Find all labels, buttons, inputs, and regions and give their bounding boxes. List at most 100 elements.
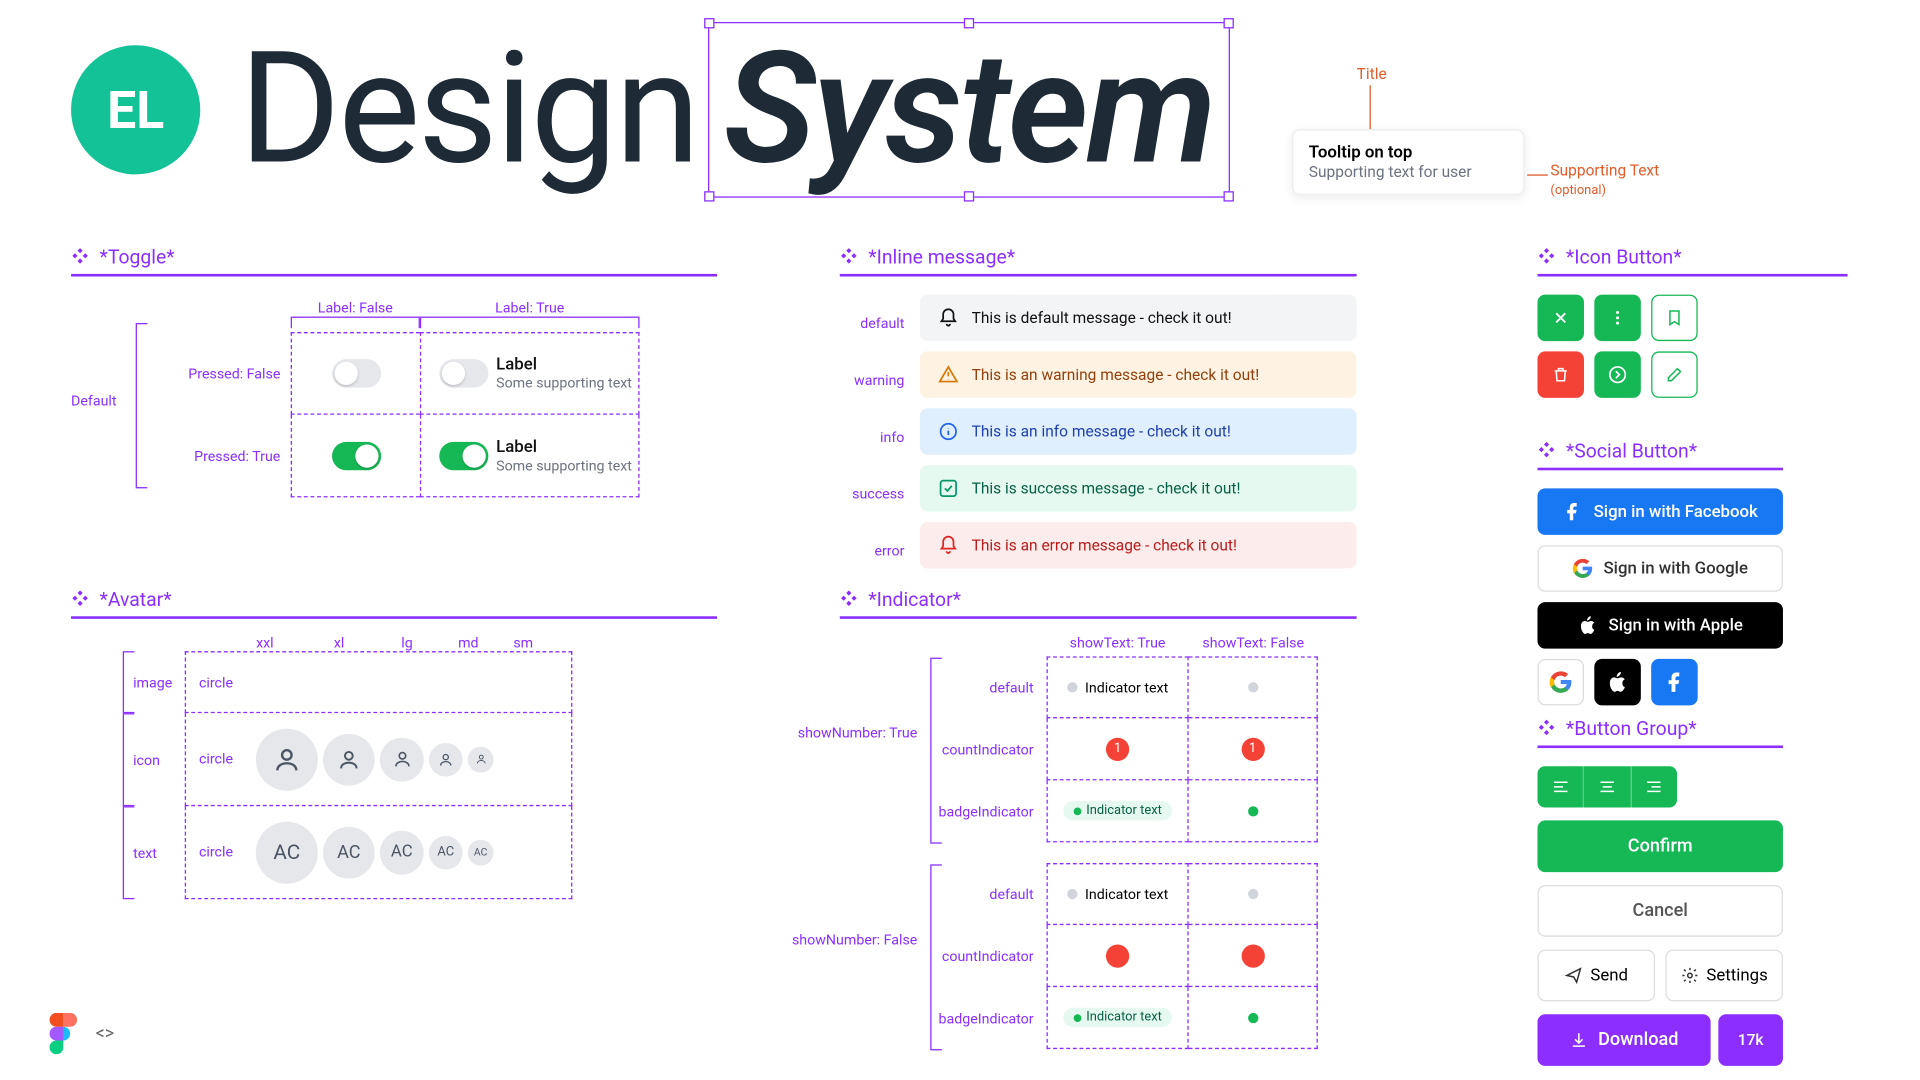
avatar-text-xl: AC — [323, 826, 375, 878]
toggle-off[interactable] — [331, 359, 380, 387]
sign-in-facebook-button[interactable]: Sign in with Facebook — [1537, 488, 1782, 535]
row-badge: badgeIndicator — [840, 803, 1047, 820]
indicator-dot-green — [1247, 806, 1257, 816]
google-icon — [1572, 558, 1593, 579]
toggle-on[interactable] — [331, 441, 380, 469]
avatar-icon-lg — [380, 737, 424, 781]
apple-icon-button[interactable] — [1594, 659, 1641, 706]
next-button[interactable] — [1594, 351, 1641, 398]
row-badge: badgeIndicator — [840, 1010, 1047, 1027]
size-xl: xl — [304, 634, 375, 651]
section-toggle: *Toggle* Label: False Label: True Defaul… — [71, 245, 717, 497]
inline-msg-warning: This is an warning message - check it ou… — [920, 351, 1357, 398]
inline-msg-success: This is success message - check it out! — [920, 465, 1357, 512]
count-dot — [1241, 944, 1264, 967]
annotation-title-label: Title — [1357, 65, 1387, 83]
row-count: countIndicator — [840, 741, 1047, 758]
tooltip-card: Tooltip on top Supporting text for user — [1292, 129, 1525, 195]
logo-badge: EL — [71, 45, 200, 174]
col-showtext-false: showText: False — [1189, 634, 1318, 651]
avatar-text-md: AC — [429, 835, 463, 869]
edit-button[interactable] — [1651, 351, 1698, 398]
settings-button[interactable]: Settings — [1665, 950, 1783, 1002]
avatar-icon-md — [429, 742, 463, 776]
indicator-dot — [1247, 682, 1257, 692]
count-badge: 1 — [1106, 737, 1129, 760]
group-shownumber-true: showNumber: True — [788, 725, 917, 742]
bookmark-button[interactable] — [1651, 295, 1698, 342]
row-text: text — [133, 844, 185, 861]
section-title: *Toggle* — [99, 245, 174, 268]
avatar-icon-xl — [323, 733, 375, 785]
align-center-button[interactable] — [1584, 766, 1631, 807]
section-title: *Indicator* — [868, 588, 961, 611]
download-button[interactable]: Download — [1537, 1014, 1710, 1066]
sign-in-apple-button[interactable]: Sign in with Apple — [1537, 602, 1782, 649]
msg-label-default: default — [840, 315, 905, 332]
confirm-button[interactable]: Confirm — [1537, 820, 1782, 872]
row-image: image — [133, 674, 185, 691]
apple-icon — [1606, 671, 1629, 694]
figma-logo-icon — [49, 1013, 77, 1054]
sign-in-google-button[interactable]: Sign in with Google — [1537, 545, 1782, 592]
count-badge: 1 — [1241, 737, 1264, 760]
more-icon — [1609, 309, 1627, 327]
section-avatar: *Avatar* xxl xl lg md sm image circle ic… — [71, 588, 717, 899]
close-button[interactable] — [1537, 295, 1584, 342]
figma-footer: <> — [49, 1013, 114, 1054]
section-inline-message: *Inline message* default This is default… — [840, 245, 1357, 578]
msg-label-warning: warning — [840, 371, 905, 388]
warning-icon — [938, 364, 959, 385]
row-label-pressed-true: Pressed: True — [71, 415, 291, 498]
section-title: *Avatar* — [99, 588, 171, 611]
send-button[interactable]: Send — [1537, 950, 1655, 1002]
more-button[interactable] — [1594, 295, 1641, 342]
badge-indicator: Indicator text — [1063, 801, 1172, 820]
align-left-icon — [1551, 778, 1569, 796]
download-count[interactable]: 17k — [1718, 1014, 1783, 1066]
section-title: *Button Group* — [1566, 717, 1697, 740]
facebook-icon-button[interactable] — [1651, 659, 1698, 706]
delete-button[interactable] — [1537, 351, 1584, 398]
col-label-false: Label: False — [291, 300, 420, 317]
row-group-default: Default — [71, 393, 116, 410]
close-icon — [1552, 309, 1570, 327]
section-indicator: *Indicator* showText: True showText: Fal… — [840, 588, 1357, 1049]
shape-label: circle — [199, 674, 233, 691]
count-dot — [1106, 944, 1129, 967]
bell-icon — [938, 307, 959, 328]
info-icon — [938, 421, 959, 442]
component-icon — [840, 590, 858, 608]
cancel-button[interactable]: Cancel — [1537, 885, 1782, 937]
col-label-true: Label: True — [420, 300, 640, 317]
inline-msg-info: This is an info message - check it out! — [920, 408, 1357, 455]
inline-msg-error: This is an error message - check it out! — [920, 522, 1357, 569]
section-title: *Social Button* — [1566, 439, 1697, 462]
toggle-off-labeled[interactable] — [439, 359, 488, 387]
trash-icon — [1552, 366, 1570, 384]
google-icon-button[interactable] — [1537, 659, 1584, 706]
align-center-icon — [1598, 778, 1616, 796]
title-word-1: Design — [239, 32, 698, 187]
avatar-text-sm: AC — [468, 839, 494, 865]
arrow-right-circle-icon — [1607, 364, 1628, 385]
avatar-text-xxl: AC — [256, 821, 318, 883]
align-right-button[interactable] — [1631, 766, 1677, 807]
shape-label: circle — [199, 844, 251, 861]
google-icon — [1549, 671, 1572, 694]
title-word-2-selected[interactable]: System — [724, 32, 1214, 187]
facebook-icon — [1663, 671, 1686, 694]
toggle-on-labeled[interactable] — [439, 441, 488, 469]
facebook-icon — [1563, 501, 1584, 522]
msg-label-info: info — [840, 428, 905, 445]
align-left-button[interactable] — [1537, 766, 1584, 807]
tooltip-title: Tooltip on top — [1309, 143, 1508, 162]
indicator-dot-green — [1247, 1012, 1257, 1022]
download-icon — [1570, 1031, 1588, 1049]
align-segment — [1537, 766, 1677, 807]
indicator-dot — [1247, 889, 1257, 899]
inline-msg-default: This is default message - check it out! — [920, 295, 1357, 342]
indicator-text: Indicator text — [1085, 679, 1168, 696]
component-icon — [1537, 720, 1555, 738]
bookmark-icon — [1665, 309, 1683, 327]
